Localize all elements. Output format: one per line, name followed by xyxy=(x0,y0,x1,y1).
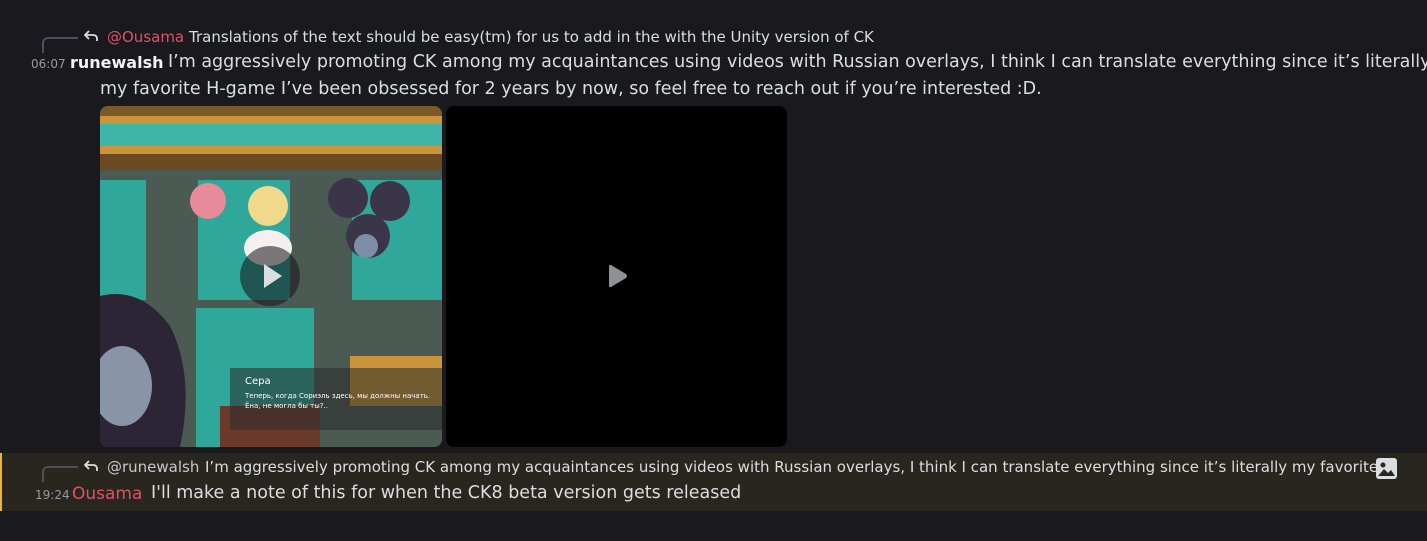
image-icon[interactable] xyxy=(1376,458,1397,479)
message-content: I'll make a note of this for when the CK… xyxy=(151,483,742,503)
reply-preview-text[interactable]: Translations of the text should be easy(… xyxy=(189,28,874,46)
reply-connector xyxy=(42,466,78,482)
reply-author[interactable]: @runewalsh xyxy=(107,458,199,476)
message-timestamp[interactable]: 06:07 xyxy=(31,57,66,71)
play-button[interactable] xyxy=(596,256,636,296)
message-author[interactable]: Ousama xyxy=(72,484,142,504)
message-ousama: @runewalsh I’m aggressively promoting CK… xyxy=(0,453,1427,511)
message-timestamp[interactable]: 19:24 xyxy=(35,488,70,502)
reply-connector xyxy=(42,37,78,53)
play-button[interactable] xyxy=(240,246,300,306)
video-subtitle-line: Ёна, не могла бы ты?.. xyxy=(245,402,328,410)
video-attachment[interactable]: Сера Теперь, когда Сориэль здесь, мы дол… xyxy=(100,106,442,447)
reply-author[interactable]: @Ousama xyxy=(107,28,184,46)
video-attachment[interactable] xyxy=(446,106,787,447)
play-icon xyxy=(609,264,627,288)
play-icon xyxy=(264,264,282,288)
message-author[interactable]: runewalsh xyxy=(70,53,164,72)
message-content-line: I’m aggressively promoting CK among my a… xyxy=(168,52,1427,72)
video-subtitle-line: Теперь, когда Сориэль здесь, мы должны н… xyxy=(245,392,431,400)
video-subtitle-speaker: Сера xyxy=(245,376,271,387)
reply-arrow-icon xyxy=(83,30,100,44)
message-runewalsh: @Ousama Translations of the text should … xyxy=(0,0,1427,452)
message-content-line: my favorite H-game I’ve been obsessed fo… xyxy=(100,79,1042,99)
reply-preview-text[interactable]: I’m aggressively promoting CK among my a… xyxy=(205,458,1397,476)
reply-arrow-icon xyxy=(83,460,100,474)
